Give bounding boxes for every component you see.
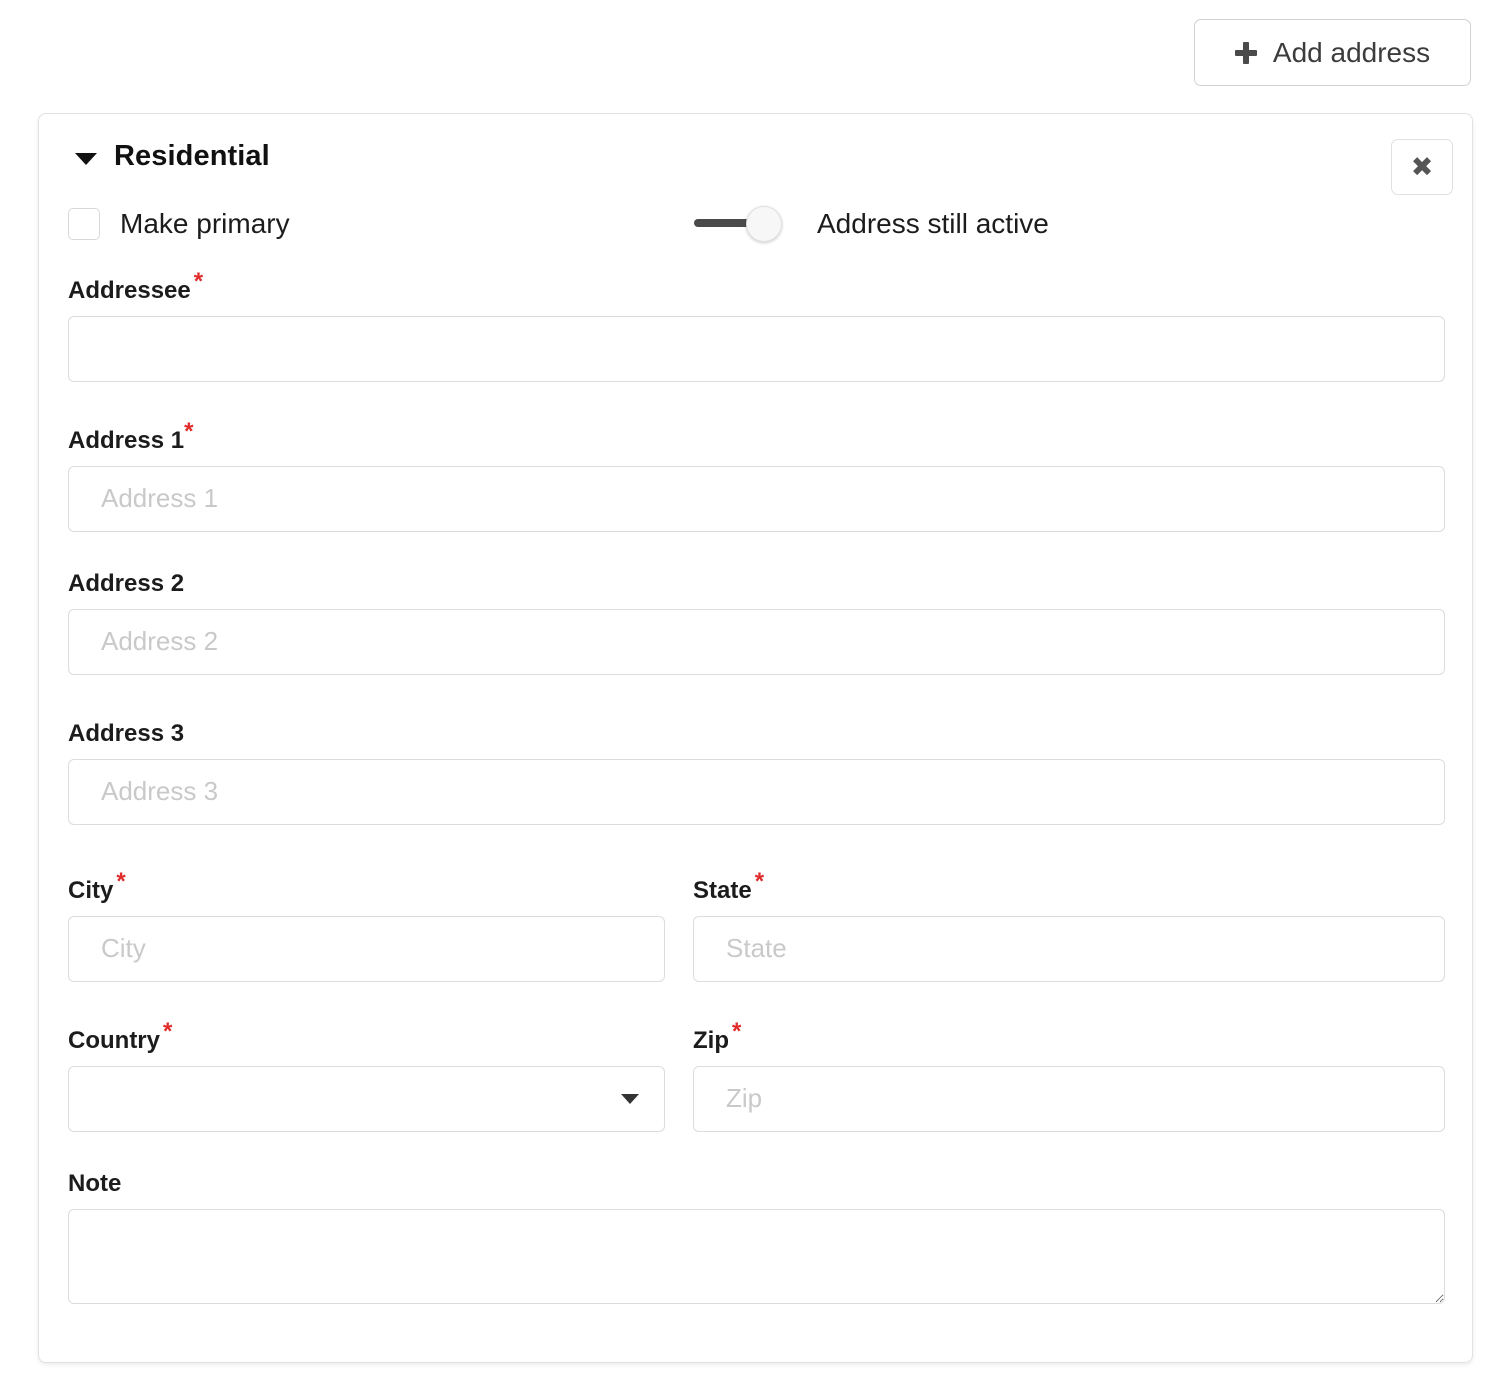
required-asterisk: * bbox=[116, 868, 126, 895]
caret-down-icon bbox=[75, 153, 97, 165]
field-addressee: Addressee * bbox=[68, 270, 1445, 382]
field-address-3: Address 3 bbox=[68, 720, 1445, 825]
field-zip: Zip * bbox=[693, 1020, 1445, 1132]
required-asterisk: * bbox=[732, 1018, 742, 1045]
note-textarea[interactable] bbox=[68, 1208, 1445, 1304]
address-options-row: Make primary Address still active bbox=[39, 202, 1472, 270]
required-asterisk: * bbox=[754, 868, 765, 895]
toggle-knob[interactable] bbox=[746, 206, 782, 242]
address-1-label: Address 1* bbox=[68, 418, 194, 455]
field-note: Note bbox=[68, 1170, 1445, 1304]
field-address-2: Address 2 bbox=[68, 570, 1445, 675]
field-address-1: Address 1* bbox=[68, 420, 1445, 532]
make-primary-label: Make primary bbox=[120, 208, 290, 239]
address-3-label: Address 3 bbox=[68, 720, 185, 747]
address-1-input[interactable] bbox=[68, 465, 1445, 532]
addressee-label: Addressee * bbox=[68, 268, 204, 305]
required-asterisk: * bbox=[193, 268, 204, 295]
make-primary-checkbox[interactable] bbox=[68, 208, 100, 240]
address-card-title: Residential bbox=[114, 140, 270, 172]
field-city: City * bbox=[68, 870, 665, 982]
address-card: Residential ✖ Make primary Address still… bbox=[38, 113, 1473, 1363]
address-form-page: Add address Residential ✖ Make primary A… bbox=[0, 0, 1501, 1387]
close-icon: ✖ bbox=[1410, 151, 1434, 183]
addressee-input[interactable] bbox=[68, 315, 1445, 382]
collapse-toggle-button[interactable] bbox=[68, 144, 104, 174]
zip-input[interactable] bbox=[693, 1065, 1445, 1132]
country-label: Country * bbox=[68, 1018, 173, 1055]
address-2-input[interactable] bbox=[68, 608, 1445, 675]
address-3-input[interactable] bbox=[68, 758, 1445, 825]
state-input[interactable] bbox=[693, 915, 1445, 982]
country-select-wrapper bbox=[68, 1065, 665, 1132]
field-state: State * bbox=[693, 870, 1445, 982]
city-input[interactable] bbox=[68, 915, 665, 982]
field-country: Country * bbox=[68, 1020, 665, 1132]
address-2-label: Address 2 bbox=[68, 570, 185, 597]
add-address-button[interactable]: Add address bbox=[1194, 19, 1471, 86]
close-address-button[interactable]: ✖ bbox=[1391, 139, 1453, 195]
address-active-label: Address still active bbox=[817, 208, 1049, 239]
toolbar: Add address bbox=[0, 0, 1501, 104]
required-asterisk: * bbox=[184, 418, 194, 445]
address-card-header: Residential ✖ bbox=[39, 114, 1472, 204]
address-active-toggle[interactable] bbox=[694, 206, 790, 242]
add-address-button-label: Add address bbox=[1272, 36, 1431, 68]
zip-label: Zip * bbox=[693, 1018, 742, 1055]
note-label: Note bbox=[68, 1170, 122, 1197]
plus-icon bbox=[1234, 41, 1257, 64]
address-active-toggle-group[interactable]: Address still active bbox=[694, 206, 1049, 242]
make-primary-checkbox-group[interactable]: Make primary bbox=[68, 208, 290, 240]
state-label: State * bbox=[693, 868, 765, 905]
country-select[interactable] bbox=[68, 1065, 665, 1132]
required-asterisk: * bbox=[163, 1018, 173, 1045]
city-label: City * bbox=[68, 868, 126, 905]
